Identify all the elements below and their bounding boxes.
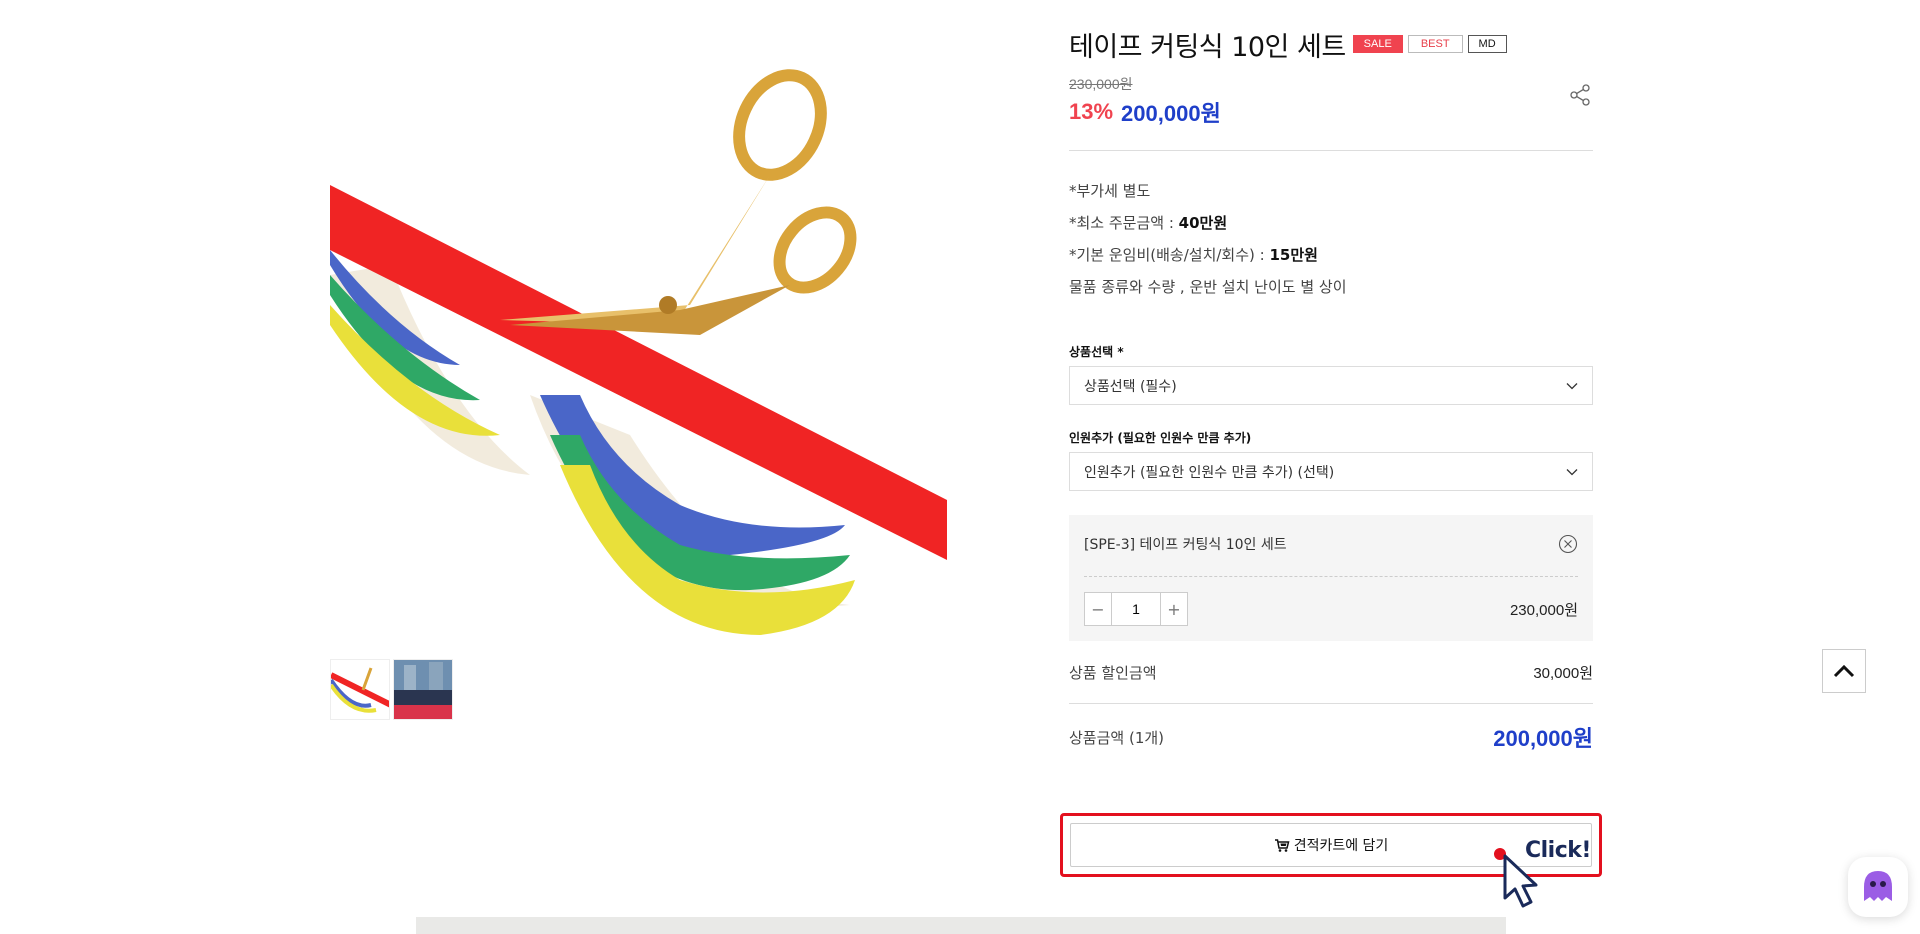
- divider: [1069, 150, 1593, 151]
- minus-icon[interactable]: −: [1085, 593, 1111, 625]
- selected-option-box: [SPE-3] 테이프 커팅식 10인 세트 − + 230,000원: [1069, 515, 1593, 641]
- variance-note: 물품 종류와 수량 , 운반 설치 난이도 별 상이: [1069, 278, 1347, 296]
- total-value: 200,000원: [1493, 726, 1593, 751]
- sale-badge: SALE: [1352, 35, 1403, 53]
- product-select[interactable]: 상품선택 (필수): [1069, 366, 1593, 405]
- people-add-value: 인원추가 (필요한 인원수 만큼 추가) (선택): [1084, 464, 1335, 481]
- plus-icon[interactable]: +: [1161, 593, 1187, 625]
- share-icon[interactable]: [1567, 82, 1593, 108]
- min-order-note: *최소 주문금액 : 40만원: [1069, 214, 1228, 232]
- cart-icon: [1274, 839, 1290, 852]
- cart-button-label: 견적카트에 담기: [1293, 838, 1389, 854]
- chevron-down-icon: [1566, 382, 1578, 389]
- selected-option-price: 230,000원: [1509, 601, 1578, 619]
- people-add-label: 인원추가 (필요한 인원수 만큼 추가): [1069, 431, 1252, 445]
- best-badge: BEST: [1407, 35, 1463, 53]
- title-row: 테이프 커팅식 10인 세트 SALE BEST MD: [1069, 22, 1593, 66]
- chevron-down-icon: [1566, 468, 1578, 475]
- product-select-label: 상품선택 *: [1069, 345, 1124, 359]
- total-row: 상품금액 (1개) 200,000원: [1069, 704, 1593, 770]
- option-separator: [1084, 576, 1578, 577]
- close-circle-icon[interactable]: [1558, 534, 1578, 554]
- thumbnail-list: [330, 659, 453, 720]
- pointer-cursor-icon: [1492, 846, 1538, 908]
- product-select-value: 상품선택 (필수): [1084, 378, 1177, 395]
- arrow-up-icon: [1833, 664, 1855, 678]
- discount-row: 상품 할인금액 30,000원: [1069, 641, 1593, 704]
- shipping-note: *기본 운임비(배송/설치/회수) : 15만원: [1069, 246, 1318, 264]
- chatbot-icon: [1864, 871, 1892, 901]
- vat-note: *부가세 별도: [1069, 182, 1151, 200]
- original-price: 230,000원: [1069, 76, 1133, 92]
- detail-section-preview: [416, 917, 1506, 934]
- scroll-top-button[interactable]: [1822, 649, 1866, 693]
- product-info: 테이프 커팅식 10인 세트 SALE BEST MD 230,000원 13%…: [1069, 22, 1593, 770]
- selected-option-header: [SPE-3] 테이프 커팅식 10인 세트: [1084, 529, 1578, 559]
- discount-label: 상품 할인금액: [1069, 663, 1157, 682]
- product-title: 테이프 커팅식 10인 세트: [1069, 31, 1346, 63]
- selected-option-name: [SPE-3] 테이프 커팅식 10인 세트: [1084, 537, 1287, 553]
- chatbot-button[interactable]: [1848, 857, 1908, 917]
- product-main-image: [330, 35, 947, 649]
- product-description: *부가세 별도 *최소 주문금액 : 40만원 *기본 운임비(배송/설치/회수…: [1069, 175, 1593, 303]
- sale-price: 200,000원: [1121, 101, 1221, 126]
- people-add-select[interactable]: 인원추가 (필요한 인원수 만큼 추가) (선택): [1069, 452, 1593, 491]
- thumbnail-2[interactable]: [393, 659, 453, 720]
- quantity-stepper: − +: [1084, 592, 1188, 626]
- price-row: 13% 200,000원: [1069, 96, 1593, 128]
- total-label: 상품금액 (1개): [1069, 728, 1165, 747]
- ribbon-scissors-illustration: [330, 69, 947, 635]
- md-badge: MD: [1467, 35, 1507, 53]
- discount-rate: 13%: [1069, 99, 1114, 124]
- thumbnail-1[interactable]: [330, 659, 390, 720]
- selected-option-footer: − + 230,000원: [1084, 592, 1578, 626]
- quantity-input[interactable]: [1111, 593, 1161, 625]
- discount-value: 30,000원: [1533, 664, 1593, 682]
